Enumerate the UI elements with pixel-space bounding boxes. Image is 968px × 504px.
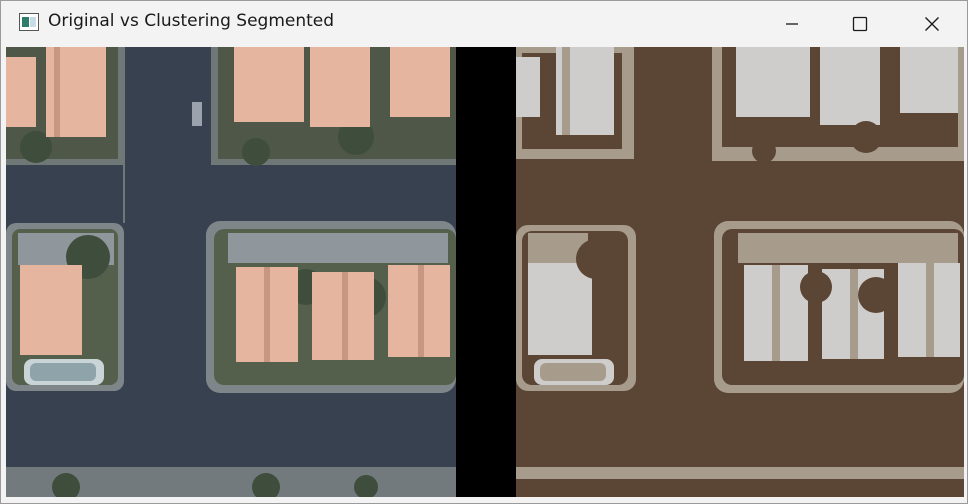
close-button[interactable] [897, 1, 967, 46]
image-display [6, 47, 964, 497]
original-image [6, 47, 456, 497]
image-separator [456, 47, 516, 497]
title-bar[interactable]: Original vs Clustering Segmented [1, 1, 967, 46]
app-icon [19, 13, 39, 31]
maximize-button[interactable] [825, 1, 895, 46]
close-icon [925, 16, 939, 31]
segmented-image [516, 47, 964, 497]
window-title: Original vs Clustering Segmented [48, 11, 335, 31]
maximize-icon [852, 16, 868, 31]
minimize-icon [786, 22, 798, 25]
app-window: Original vs Clustering Segmented [0, 0, 968, 504]
minimize-button[interactable] [757, 1, 827, 46]
